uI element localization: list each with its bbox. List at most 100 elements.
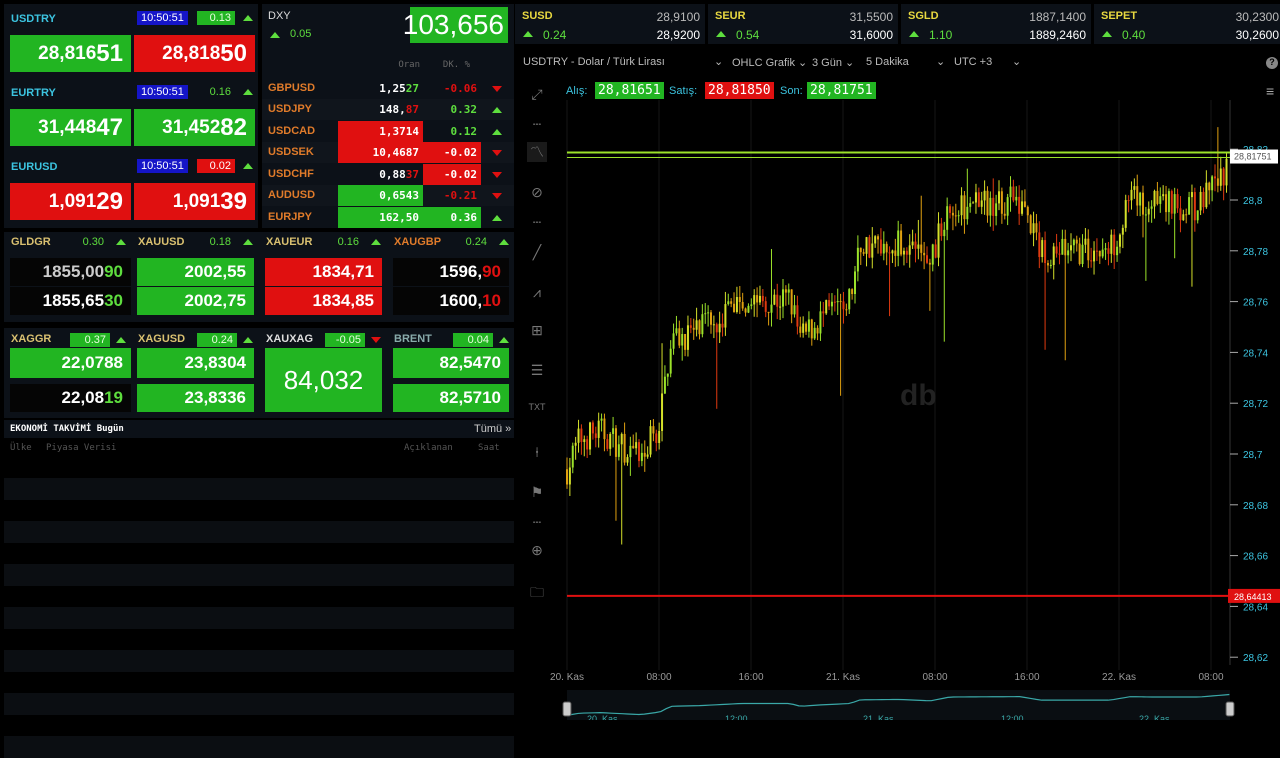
candle-body xyxy=(672,333,675,349)
fx-ask-main: 31,452 xyxy=(162,116,221,138)
fx-ask-box[interactable]: 1,091 39 xyxy=(134,183,255,220)
table-symbol[interactable]: USDSEK xyxy=(268,146,314,158)
table-symbol[interactable]: EURJPY xyxy=(268,211,312,223)
metal-bottom-price[interactable]: 2002,75 xyxy=(137,287,254,315)
metal-bottom-price[interactable]: 82,5710 xyxy=(393,384,509,412)
rate-main: 1,25 xyxy=(379,82,406,95)
candle-body xyxy=(1058,253,1061,255)
candle-body xyxy=(931,244,934,265)
candle-body xyxy=(1147,208,1150,215)
navigator-left-handle[interactable] xyxy=(562,701,572,717)
current-price-label: 28,81751 xyxy=(1234,152,1272,162)
candle-body xyxy=(1003,213,1006,216)
metal-symbol[interactable]: XAUGBP xyxy=(394,236,441,248)
candle-body xyxy=(998,191,1000,204)
metal-symbol[interactable]: XAUUSD xyxy=(138,236,184,248)
metal-symbol[interactable]: XAGGR xyxy=(11,333,51,345)
metal-symbol[interactable]: XAUEUR xyxy=(266,236,312,248)
metal-bottom-price[interactable]: 23,8336 xyxy=(137,384,254,412)
candle-body xyxy=(597,420,600,438)
metal-top-price[interactable]: 2002,55 xyxy=(137,258,254,286)
candle-body xyxy=(577,428,580,443)
table-symbol[interactable]: USDCAD xyxy=(268,125,315,137)
candle-body xyxy=(661,393,664,431)
up-arrow-icon xyxy=(243,89,253,95)
navigator[interactable] xyxy=(567,690,1230,720)
metal-top-price[interactable]: 1855,00 90 xyxy=(10,258,131,286)
candle-body xyxy=(1029,215,1032,234)
metal-bottom-price[interactable]: 22,08 19 xyxy=(10,384,131,412)
candle-body xyxy=(629,445,632,458)
navigator-right-handle[interactable] xyxy=(1225,701,1235,717)
up-arrow-icon xyxy=(243,163,253,169)
metal-top-price[interactable]: 23,8304 xyxy=(137,348,254,378)
candle-body xyxy=(617,444,620,457)
metal-bottom-price[interactable]: 1600, 10 xyxy=(393,287,509,315)
plot-area xyxy=(567,100,1230,665)
candle-body xyxy=(1032,223,1035,234)
up-arrow-icon xyxy=(371,239,381,245)
candle-body xyxy=(1081,244,1084,265)
y-tick-label: 28,72 xyxy=(1243,399,1268,410)
candle-body xyxy=(612,428,615,434)
fx-bid-box[interactable]: 1,091 29 xyxy=(10,183,131,220)
ticker-change: 1.10 xyxy=(929,28,953,42)
candle-body xyxy=(891,250,894,254)
candle-body xyxy=(917,244,920,249)
down-arrow-icon xyxy=(492,193,502,199)
fx-ask-pips: 39 xyxy=(220,187,247,215)
table-symbol[interactable]: GBPUSD xyxy=(268,82,315,94)
ticker-ask: 1889,2460 xyxy=(1029,28,1086,42)
table-change: -0.06 xyxy=(443,82,477,95)
fx-bid-box[interactable]: 28,816 51 xyxy=(10,35,131,72)
navigator-tick: 12:00 xyxy=(1001,714,1024,720)
candle-body xyxy=(603,418,606,440)
fx-bid-main: 31,448 xyxy=(38,116,97,138)
ratio-value[interactable]: 84,032 xyxy=(265,348,382,412)
metal-symbol[interactable]: XAGUSD xyxy=(138,333,185,345)
metal-change: 0.16 xyxy=(337,236,359,248)
candle-body xyxy=(1188,197,1191,215)
fx-symbol[interactable]: EURUSD xyxy=(11,161,57,173)
fx-ask-box[interactable]: 28,818 50 xyxy=(134,35,255,72)
candle-body xyxy=(1219,168,1222,186)
table-symbol[interactable]: AUDUSD xyxy=(268,189,315,201)
candle-body xyxy=(862,252,865,254)
metal-top-price[interactable]: 1834,71 xyxy=(265,258,382,286)
table-symbol[interactable]: USDCHF xyxy=(268,168,314,180)
table-change: -0.21 xyxy=(443,189,477,202)
candle-body xyxy=(779,306,782,308)
candle-body xyxy=(977,192,980,207)
metal-top-price[interactable]: 22,0788 xyxy=(10,348,131,378)
metal-symbol[interactable]: XAUXAG xyxy=(266,333,313,345)
metal-top-price[interactable]: 82,5470 xyxy=(393,348,509,378)
metal-bottom-price[interactable]: 1855,65 30 xyxy=(10,287,131,315)
fx-bid-box[interactable]: 31,448 47 xyxy=(10,109,131,146)
metal-bottom-price[interactable]: 1834,85 xyxy=(265,287,382,315)
candle-body xyxy=(839,301,842,303)
fx-symbol[interactable]: EURTRY xyxy=(11,87,56,99)
ticker-ask: 30,2600 xyxy=(1235,28,1279,42)
table-symbol[interactable]: USDJPY xyxy=(268,103,312,115)
fx-symbol[interactable]: USDTRY xyxy=(11,13,56,25)
watermark: db xyxy=(900,379,937,412)
price-main: 22,0788 xyxy=(61,353,123,372)
ticker-symbol: SGLD xyxy=(908,10,939,22)
price-main: 2002,75 xyxy=(184,291,246,310)
candle-body xyxy=(1035,223,1038,233)
metal-symbol[interactable]: GLDGR xyxy=(11,236,51,248)
candle-body xyxy=(816,327,819,334)
metal-symbol[interactable]: BRENT xyxy=(394,333,432,345)
candle-body xyxy=(851,289,854,295)
price-main: 2002,55 xyxy=(184,262,246,281)
metal-top-price[interactable]: 1596, 90 xyxy=(393,258,509,286)
up-arrow-icon xyxy=(243,337,253,343)
up-arrow-icon xyxy=(499,337,509,343)
fx-ask-box[interactable]: 31,452 82 xyxy=(134,109,255,146)
calendar-row xyxy=(4,693,514,715)
low-price-label: 28,64413 xyxy=(1234,592,1272,602)
rate-main: 10,4687 xyxy=(372,146,419,159)
candle-body xyxy=(1044,240,1047,264)
candle-body xyxy=(704,313,707,315)
candle-body xyxy=(684,334,687,350)
